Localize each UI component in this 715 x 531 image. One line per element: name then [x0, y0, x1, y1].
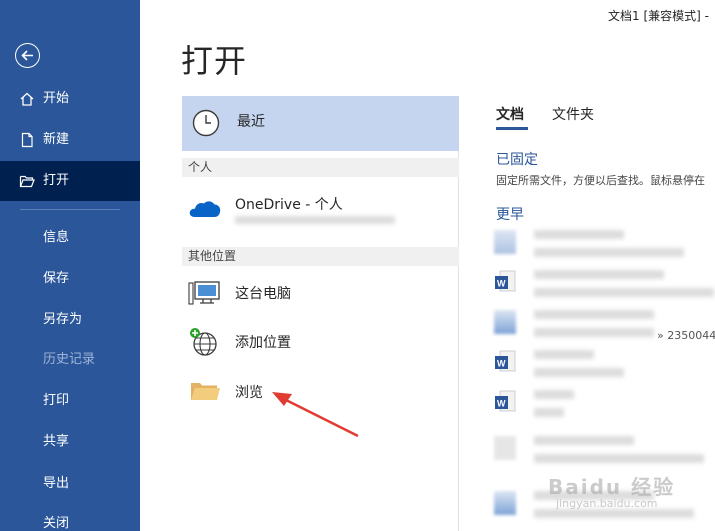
blurred-file-name [534, 350, 594, 359]
svg-text:W: W [497, 359, 506, 369]
clock-icon [192, 109, 220, 137]
location-label: 这台电脑 [235, 286, 291, 302]
annotation-arrow-icon [272, 392, 359, 438]
blurred-file-name [534, 436, 634, 445]
word-file-icon [494, 491, 516, 515]
nav-save-as[interactable]: 另存为 [0, 300, 140, 340]
word-file-icon [494, 310, 516, 334]
svg-text:W: W [497, 399, 506, 409]
word-file-icon: W [495, 390, 516, 412]
blurred-file-path [534, 328, 654, 337]
nav-label: 打开 [43, 173, 70, 188]
section-header-personal: 个人 [182, 158, 459, 177]
blurred-file-name [534, 390, 574, 399]
home-icon [20, 92, 34, 106]
nav-label: 历史记录 [43, 352, 96, 367]
nav-label: 另存为 [43, 312, 83, 327]
recent-file-row[interactable]: W [494, 384, 715, 424]
nav-info[interactable]: 信息 [0, 218, 140, 258]
nav-new[interactable]: 新建 [0, 120, 140, 160]
new-document-icon [21, 132, 33, 148]
nav-label: 开始 [43, 91, 70, 106]
nav-label: 信息 [43, 230, 70, 245]
open-folder-icon [19, 175, 35, 188]
blurred-file-path [534, 368, 624, 377]
browse-folder-icon [191, 383, 220, 400]
word-file-icon [494, 230, 516, 254]
pinned-description: 固定所需文件，方便以后查找。鼠标悬停在 [496, 174, 705, 187]
blurred-account-text [235, 216, 395, 224]
document-title: 文档1 [兼容模式] - [608, 9, 709, 23]
nav-close[interactable]: 关闭 [0, 504, 140, 531]
page-title: 打开 [181, 42, 248, 80]
recent-file-row[interactable]: W [494, 344, 715, 384]
backstage-sidebar: 开始 新建 打开 信息 保存 另存为 历史记录 打印 共享 导出 关闭 [0, 0, 140, 531]
blurred-file-name [534, 270, 664, 279]
baidu-watermark: Baidu 经验 [548, 475, 676, 499]
word-file-icon: W [495, 350, 516, 372]
section-header-other: 其他位置 [182, 247, 459, 266]
location-onedrive[interactable]: OneDrive - 个人 [182, 186, 459, 234]
location-label: 浏览 [235, 385, 263, 401]
nav-history: 历史记录 [0, 340, 140, 380]
nav-label: 新建 [43, 132, 70, 147]
location-add-place[interactable]: 添加位置 [182, 318, 459, 366]
nav-open[interactable]: 打开 [0, 161, 140, 201]
tab-documents[interactable]: 文档 [496, 104, 524, 124]
recent-file-row[interactable]: » 23500440 [494, 304, 715, 344]
blurred-file-name [534, 230, 624, 239]
onedrive-cloud-icon [189, 201, 221, 217]
baidu-watermark-url: jingyan.baidu.com [556, 497, 658, 510]
nav-print[interactable]: 打印 [0, 381, 140, 421]
file-path-fragment: » 23500440 [657, 329, 715, 342]
location-label: OneDrive - 个人 [235, 197, 343, 213]
word-file-icon [494, 436, 516, 460]
blurred-file-path [534, 454, 704, 463]
blurred-file-name [534, 310, 654, 319]
location-recent[interactable]: 最近 [182, 96, 459, 151]
nav-label: 打印 [43, 393, 70, 408]
word-file-icon: W [495, 270, 516, 292]
nav-label: 导出 [43, 476, 70, 491]
tab-folders[interactable]: 文件夹 [552, 104, 594, 124]
add-place-globe-icon [190, 328, 217, 356]
svg-text:W: W [497, 279, 506, 289]
nav-label: 保存 [43, 271, 70, 286]
nav-label: 关闭 [43, 516, 70, 531]
blurred-file-path [534, 248, 684, 257]
nav-label: 共享 [43, 434, 70, 449]
pinned-header: 已固定 [496, 152, 538, 168]
back-arrow-icon[interactable] [15, 43, 40, 68]
blurred-file-path [534, 408, 564, 417]
location-label: 添加位置 [235, 335, 291, 351]
tab-active-indicator [496, 127, 528, 130]
blurred-file-path [534, 509, 694, 518]
nav-export[interactable]: 导出 [0, 464, 140, 504]
location-label: 最近 [237, 114, 265, 130]
nav-home[interactable]: 开始 [0, 79, 140, 119]
nav-share[interactable]: 共享 [0, 422, 140, 462]
blurred-file-path [534, 288, 714, 297]
nav-divider [20, 209, 120, 210]
recent-file-row[interactable]: W [494, 264, 715, 304]
computer-icon [188, 281, 220, 305]
location-this-pc[interactable]: 这台电脑 [182, 269, 459, 317]
earlier-header: 更早 [496, 207, 524, 223]
nav-save[interactable]: 保存 [0, 259, 140, 299]
recent-file-row[interactable] [494, 224, 715, 264]
recent-file-row[interactable] [494, 430, 715, 470]
